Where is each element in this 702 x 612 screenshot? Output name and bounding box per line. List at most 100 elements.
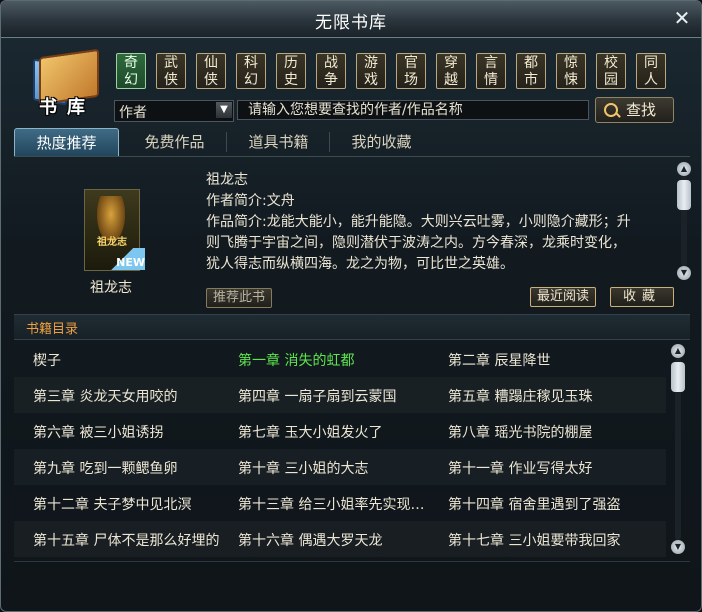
- library-logo-icon: 书 库: [31, 47, 103, 118]
- genre-button[interactable]: 武侠: [156, 53, 186, 89]
- chapter-link[interactable]: 第四章 一扇子扇到云蒙国: [238, 386, 446, 406]
- book-author: 作者简介:文舟: [206, 193, 295, 209]
- chapter-link[interactable]: 第八章 瑶光书院的棚屋: [448, 422, 656, 442]
- chapter-scrollbar[interactable]: ▲ ▼: [671, 344, 685, 554]
- genre-char: 幻: [124, 72, 138, 88]
- window-title: 无限书库: [315, 13, 387, 33]
- scroll-down-icon[interactable]: ▼: [671, 540, 685, 554]
- chapter-link[interactable]: 第一章 消失的虹都: [238, 350, 446, 370]
- genre-button[interactable]: 都市: [516, 53, 546, 89]
- search-icon: [604, 103, 618, 117]
- genre-char: 市: [524, 72, 538, 88]
- genre-char: 奇: [124, 55, 138, 71]
- title-bar[interactable]: 无限书库 ✕: [1, 1, 701, 38]
- recent-read-button[interactable]: 最近阅读: [530, 287, 596, 307]
- chevron-down-icon[interactable]: ▼: [216, 102, 232, 118]
- book-desc-line: 犹人得志而纵横四海。龙之为物，可比世之英雄。: [206, 256, 514, 272]
- genre-char: 越: [444, 72, 458, 88]
- chapter-link[interactable]: 第十六章 偶遇大罗天龙: [238, 530, 446, 550]
- chapter-row: 楔子 第一章 消失的虹都 第二章 辰星降世: [14, 341, 666, 377]
- genre-button[interactable]: 历史: [276, 53, 306, 89]
- genre-char: 侠: [164, 72, 178, 88]
- chapter-link[interactable]: 楔子: [33, 350, 241, 370]
- chapter-row: 第三章 炎龙天女用咬的 第四章 一扇子扇到云蒙国 第五章 糟蹋庄稼见玉珠: [14, 377, 666, 413]
- chapter-link[interactable]: 第十一章 作业写得太好: [448, 458, 656, 478]
- tab-free[interactable]: 免费作品: [122, 128, 227, 156]
- chapter-link[interactable]: 第七章 玉大小姐发火了: [238, 422, 446, 442]
- tab-favorites[interactable]: 我的收藏: [329, 128, 434, 156]
- book-title: 祖龙志: [206, 172, 248, 188]
- genre-char: 武: [164, 55, 178, 71]
- genre-button[interactable]: 同人: [636, 53, 666, 89]
- close-icon[interactable]: ✕: [671, 7, 693, 29]
- genre-button[interactable]: 校园: [596, 53, 626, 89]
- chapter-link[interactable]: 第二章 辰星降世: [448, 350, 656, 370]
- genre-char: 都: [524, 55, 538, 71]
- genre-char: 惊: [564, 55, 578, 71]
- chapter-list: 楔子 第一章 消失的虹都 第二章 辰星降世 第三章 炎龙天女用咬的 第四章 一扇子扇到云…: [14, 341, 666, 557]
- genre-button[interactable]: 仙侠: [196, 53, 226, 89]
- genre-char: 游: [364, 55, 378, 71]
- chapter-row: 第十五章 尸体不是那么好埋的 第十六章 偶遇大罗天龙 第十七章 三小姐要带我回家: [14, 521, 666, 557]
- chapter-link[interactable]: 第十章 三小姐的大志: [238, 458, 446, 478]
- search-input[interactable]: [237, 100, 589, 120]
- genre-button[interactable]: 科幻: [236, 53, 266, 89]
- genre-char: 史: [284, 72, 298, 88]
- genre-char: 仙: [204, 55, 218, 71]
- genre-char: 言: [484, 55, 498, 71]
- genre-char: 悚: [564, 72, 578, 88]
- chapter-row: 第六章 被三小姐诱拐 第七章 玉大小姐发火了 第八章 瑶光书院的棚屋: [14, 413, 666, 449]
- genre-button[interactable]: 言情: [476, 53, 506, 89]
- chapter-link[interactable]: 第三章 炎龙天女用咬的: [33, 386, 241, 406]
- search-button[interactable]: 查找: [595, 97, 674, 123]
- scroll-thumb[interactable]: [671, 362, 685, 392]
- genre-char: 官: [404, 55, 418, 71]
- scroll-thumb[interactable]: [677, 180, 691, 210]
- chapter-section-header: 书籍目录: [14, 314, 690, 340]
- genre-char: 幻: [244, 72, 258, 88]
- genre-char: 戏: [364, 72, 378, 88]
- tab-hot[interactable]: 热度推荐: [14, 128, 119, 156]
- chapter-link[interactable]: 第十七章 三小姐要带我回家: [448, 530, 656, 550]
- book-name: 祖龙志: [90, 280, 132, 296]
- book-library-window: 无限书库 ✕ 书 库 奇幻武侠仙侠科幻历史战争游戏官场穿越言情都市惊悚校园同人 …: [0, 0, 702, 612]
- genre-button[interactable]: 游戏: [356, 53, 386, 89]
- search-type-select[interactable]: 作者 ▼: [114, 100, 234, 122]
- genre-button[interactable]: 官场: [396, 53, 426, 89]
- favorite-button[interactable]: 收藏: [610, 287, 674, 307]
- tab-item-books[interactable]: 道具书籍: [226, 128, 331, 156]
- chapter-section-title: 书籍目录: [26, 322, 79, 337]
- genre-button[interactable]: 战争: [316, 53, 346, 89]
- recommend-button[interactable]: 推荐此书: [206, 288, 272, 308]
- chapter-link[interactable]: 第六章 被三小姐诱拐: [33, 422, 241, 442]
- genre-button[interactable]: 奇幻: [116, 53, 146, 89]
- chapter-link[interactable]: 第五章 糟蹋庄稼见玉珠: [448, 386, 656, 406]
- new-badge: NEW: [105, 248, 145, 270]
- genre-char: 穿: [444, 55, 458, 71]
- book-scrollbar[interactable]: ▲ ▼: [677, 162, 691, 280]
- chapter-link[interactable]: 第十三章 给三小姐率先实现…: [238, 494, 446, 514]
- genre-button[interactable]: 惊悚: [556, 53, 586, 89]
- genre-char: 人: [644, 72, 658, 88]
- genre-char: 同: [644, 55, 658, 71]
- scroll-down-icon[interactable]: ▼: [677, 266, 691, 280]
- genre-char: 战: [324, 55, 338, 71]
- chapter-link[interactable]: 第十四章 宿舍里遇到了强盗: [448, 494, 656, 514]
- genre-char: 情: [484, 72, 498, 88]
- chapter-link[interactable]: 第十二章 夫子梦中见北溟: [33, 494, 241, 514]
- genre-char: 科: [244, 55, 258, 71]
- chapter-link[interactable]: 第九章 吃到一颗鳃鱼卵: [33, 458, 241, 478]
- scroll-up-icon[interactable]: ▲: [677, 162, 691, 176]
- genre-char: 场: [404, 72, 418, 88]
- chapter-row: 第九章 吃到一颗鳃鱼卵 第十章 三小姐的大志 第十一章 作业写得太好: [14, 449, 666, 485]
- tab-bar: 热度推荐 免费作品 道具书籍 我的收藏: [14, 128, 690, 157]
- logo-char-1: 书: [39, 97, 57, 118]
- genre-char: 校: [604, 55, 618, 71]
- scroll-up-icon[interactable]: ▲: [671, 344, 685, 358]
- genre-char: 侠: [204, 72, 218, 88]
- chapter-link[interactable]: 第十五章 尸体不是那么好埋的: [33, 530, 241, 550]
- cover-title: 祖龙志: [97, 237, 127, 248]
- book-cover[interactable]: 祖龙志 NEW: [84, 189, 145, 271]
- book-info: 祖龙志 作者简介:文舟 作品简介:龙能大能小，能升能隐。大则兴云吐雾，小则隐介藏…: [206, 170, 666, 275]
- genre-button[interactable]: 穿越: [436, 53, 466, 89]
